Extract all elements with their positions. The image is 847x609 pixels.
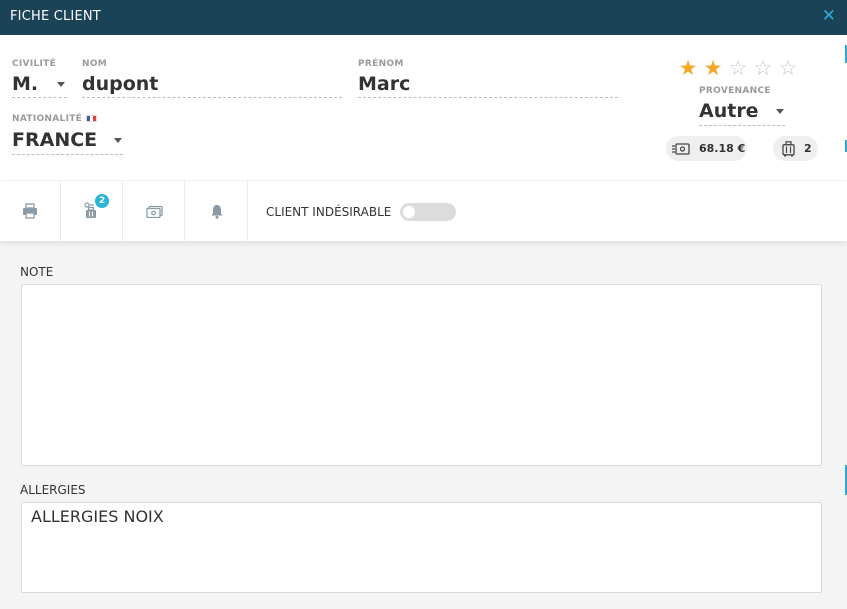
money-card-icon	[145, 205, 163, 218]
nom-underline	[82, 97, 342, 98]
luggage-button[interactable]: 2	[61, 181, 123, 241]
france-flag-icon	[86, 115, 97, 122]
actions-toolbar: 2 CLIENT INDÉSIRABLE	[0, 181, 847, 241]
rating-star-icon[interactable]: ☆	[727, 57, 749, 79]
rating-star-icon[interactable]: ☆	[777, 57, 799, 79]
prenom-label: PRÉNOM	[358, 59, 404, 69]
allergies-text: ALLERGIES NOIX	[31, 507, 164, 526]
chevron-down-icon	[776, 109, 784, 114]
printer-icon	[23, 203, 37, 219]
provenance-value: Autre	[699, 100, 759, 122]
luggage-icon	[782, 140, 795, 157]
print-button[interactable]	[0, 181, 61, 241]
visits-pill[interactable]: 2	[773, 136, 818, 161]
chevron-down-icon	[57, 82, 65, 87]
balance-pill[interactable]: 68.18 €	[666, 136, 747, 161]
payment-button[interactable]	[123, 181, 185, 241]
rating-star-icon[interactable]: ★	[702, 57, 724, 79]
money-card-icon	[672, 142, 690, 155]
rating-star-icon[interactable]: ★	[677, 57, 699, 79]
bell-icon	[211, 204, 222, 219]
luggage-count-badge: 2	[95, 194, 109, 208]
window-titlebar: FICHE CLIENT ✕	[0, 0, 847, 35]
notification-button[interactable]	[186, 181, 248, 241]
note-textarea[interactable]	[21, 284, 822, 466]
provenance-underline	[699, 125, 785, 126]
civilite-value: M.	[12, 73, 39, 95]
visits-value: 2	[804, 142, 812, 155]
note-label: NOTE	[20, 265, 54, 279]
nationalite-label: NATIONALITÉ	[12, 114, 83, 124]
prenom-value: Marc	[358, 73, 411, 95]
rating-stars[interactable]: ★ ★ ☆ ☆ ☆	[677, 57, 799, 79]
rating-star-icon[interactable]: ☆	[752, 57, 774, 79]
nom-label: NOM	[82, 59, 108, 69]
undesirable-toggle[interactable]	[400, 203, 456, 221]
flag-stripe	[93, 116, 96, 121]
nationalite-underline	[12, 154, 123, 155]
chevron-down-icon	[114, 138, 122, 143]
prenom-underline	[358, 97, 618, 98]
identity-section: CIVILITÉ M. NOM dupont PRÉNOM Marc NATIO…	[0, 35, 847, 180]
nom-value: dupont	[82, 73, 159, 95]
civilite-underline	[12, 97, 67, 98]
undesirable-label: CLIENT INDÉSIRABLE	[266, 205, 392, 219]
close-icon[interactable]: ✕	[822, 6, 836, 26]
allergies-textarea[interactable]: ALLERGIES NOIX	[21, 502, 822, 593]
toggle-knob	[403, 206, 415, 218]
nationalite-value: FRANCE	[12, 129, 98, 151]
provenance-label: PROVENANCE	[699, 86, 771, 96]
window-title: FICHE CLIENT	[10, 9, 101, 24]
allergies-label: ALLERGIES	[20, 483, 86, 497]
balance-value: 68.18 €	[699, 142, 746, 155]
civilite-label: CIVILITÉ	[12, 59, 57, 69]
